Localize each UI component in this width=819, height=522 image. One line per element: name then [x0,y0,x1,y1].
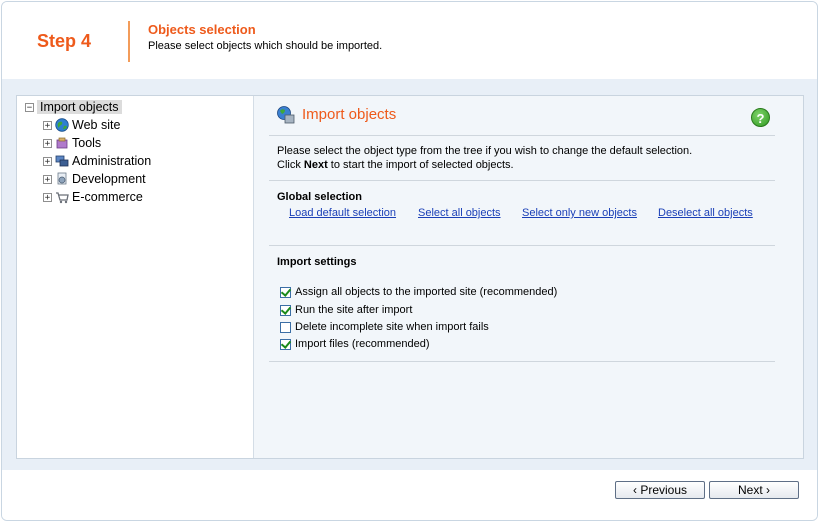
tools-icon [55,136,69,150]
tree-item-tools[interactable]: + Tools [43,135,101,151]
globe-icon [55,118,69,132]
ecommerce-icon [55,190,69,204]
tree-item-label[interactable]: Development [72,172,146,186]
global-selection-title: Global selection [277,191,362,203]
wizard-header: Step 4 Objects selection Please select o… [2,2,817,79]
next-button[interactable]: Next › [709,481,799,499]
expand-icon[interactable]: + [43,192,52,202]
panel-description: Please select the object type from the t… [277,144,692,172]
development-icon [55,172,69,186]
setting-run-site[interactable]: Run the site after import [280,302,412,318]
step-subtitle: Please select objects which should be im… [148,40,383,52]
checkbox[interactable] [280,304,291,316]
expand-icon[interactable]: + [43,120,52,130]
deselect-all-objects-link[interactable]: Deselect all objects [658,207,753,219]
object-tree: − Import objects + Web site + Tools + Ad… [17,96,254,458]
expand-icon[interactable]: + [43,156,52,166]
expand-icon[interactable]: + [43,138,52,148]
tree-item-label[interactable]: Tools [72,136,101,150]
tree-item-development[interactable]: + Development [43,171,146,187]
setting-label: Delete incomplete site when import fails [295,321,489,333]
divider [269,180,775,181]
description-line-1: Please select the object type from the t… [277,145,693,157]
setting-delete-incomplete[interactable]: Delete incomplete site when import fails [280,319,489,335]
setting-label: Run the site after import [295,304,413,316]
select-all-objects-link[interactable]: Select all objects [418,207,501,219]
content-area: − Import objects + Web site + Tools + Ad… [16,95,804,459]
divider [269,361,775,362]
checkbox[interactable] [280,338,291,350]
previous-button[interactable]: ‹ Previous [615,481,705,499]
panel-title: Import objects [302,106,397,123]
tree-item-label[interactable]: E-commerce [72,190,143,204]
step-number: Step 4 [37,31,92,51]
expand-icon[interactable]: + [43,174,52,184]
setting-assign-objects[interactable]: Assign all objects to the imported site … [280,284,557,300]
select-only-new-objects-link[interactable]: Select only new objects [522,207,637,219]
tree-item-administration[interactable]: + Administration [43,153,151,169]
description-line-2: Click Next to start the import of select… [277,159,514,171]
header-divider [128,21,130,62]
tree-root[interactable]: − Import objects [25,99,122,115]
import-objects-panel: Import objects ? Please select the objec… [254,96,803,458]
import-objects-icon [276,105,296,125]
setting-import-files[interactable]: Import files (recommended) [280,336,430,352]
tree-item-e-commerce[interactable]: + E-commerce [43,189,143,205]
help-icon[interactable]: ? [751,108,770,127]
divider [269,245,775,246]
tree-item-label[interactable]: Administration [72,154,151,168]
tree-item-label[interactable]: Web site [72,118,120,132]
load-default-selection-link[interactable]: Load default selection [289,207,396,219]
wizard-body: − Import objects + Web site + Tools + Ad… [2,79,817,470]
setting-label: Assign all objects to the imported site … [295,286,558,298]
import-settings-title: Import settings [277,256,357,268]
tree-root-label[interactable]: Import objects [37,100,122,114]
step-title: Objects selection [148,22,256,37]
administration-icon [55,154,69,168]
checkbox[interactable] [280,321,291,333]
wizard-frame: Step 4 Objects selection Please select o… [1,1,818,521]
collapse-icon[interactable]: − [25,102,34,112]
divider [269,135,775,136]
checkbox[interactable] [280,286,291,298]
setting-label: Import files (recommended) [295,338,430,350]
tree-item-web-site[interactable]: + Web site [43,117,120,133]
